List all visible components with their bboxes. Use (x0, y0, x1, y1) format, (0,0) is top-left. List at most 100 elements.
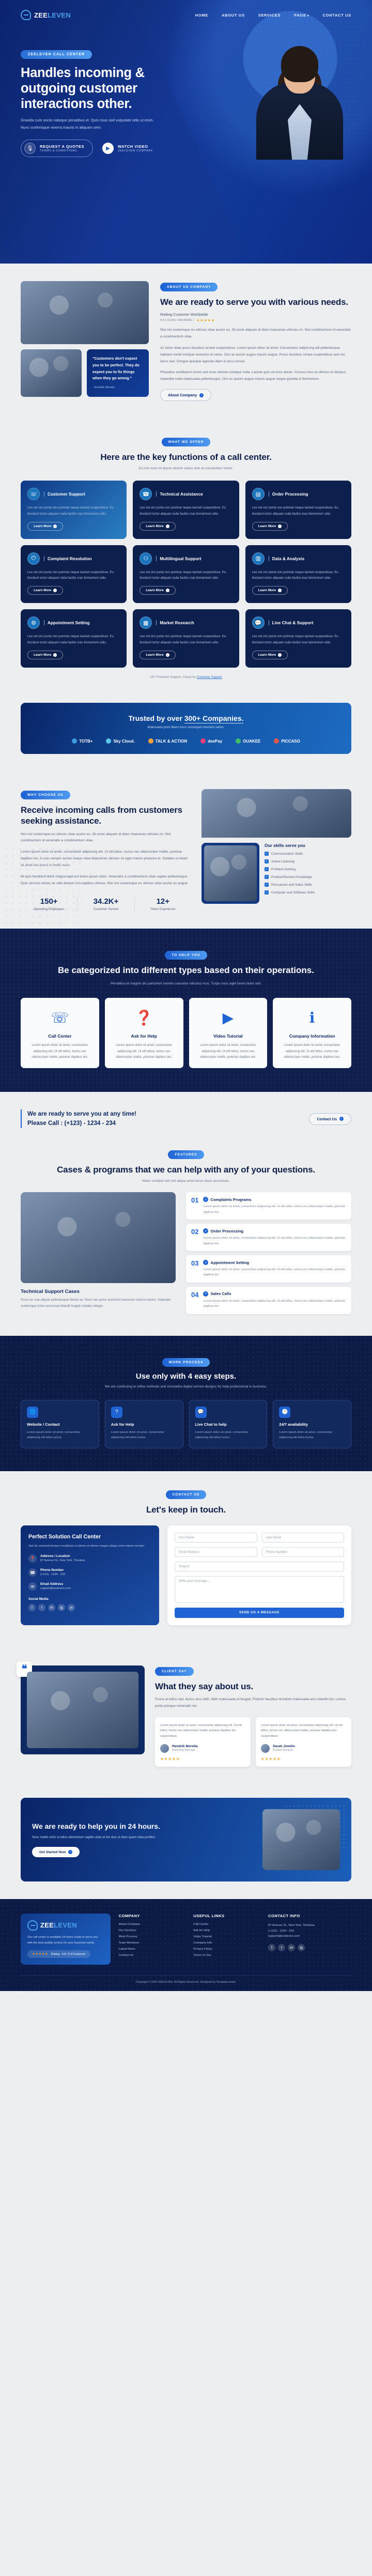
services-subtitle: Eu nisl nunc mi ipsum dictum varius duis… (138, 467, 234, 471)
customer-support-link[interactable]: Customer Support (197, 676, 222, 679)
footer-link[interactable]: Call Center (193, 1923, 260, 1926)
about-company-button[interactable]: About Company › (160, 389, 212, 402)
case-item[interactable]: 03 ✓ Appointment Setting Lorem ipsum dolo… (186, 1255, 351, 1283)
check-icon: ✓ (265, 883, 269, 887)
learn-more-button[interactable]: Learn More › (27, 586, 64, 595)
cta-bar-section: We are ready to serve you at any time! P… (0, 1092, 372, 1146)
category-card[interactable]: ☏ Call Center Lorem ipsum dolor sit amet… (21, 998, 99, 1069)
cta-bar-text: We are ready to serve you at any time! P… (21, 1109, 136, 1129)
footer-link[interactable]: Latest News (119, 1948, 185, 1951)
first-name-input[interactable]: First Name (175, 1532, 257, 1542)
step-card[interactable]: 🕐 24/7 availability Lorem ipsum dolor si… (273, 1399, 351, 1448)
learn-more-button[interactable]: Learn More › (140, 586, 176, 595)
category-card[interactable]: ❓ Ask for Help Lorem ipsum dolor sit ame… (104, 998, 183, 1069)
facebook-icon[interactable]: f (28, 1604, 36, 1612)
about-image-team (21, 281, 149, 344)
contact-item-label: Phone Number (40, 1568, 64, 1572)
twitter-icon[interactable]: t (278, 1944, 286, 1952)
service-card[interactable]: ⚇ Multilingual Support Leo vel orci porta… (133, 545, 239, 604)
last-name-input[interactable]: Last Name (261, 1532, 344, 1542)
category-card-title: Video Tutorial (213, 1034, 243, 1039)
footer-link[interactable]: About Company (119, 1923, 185, 1926)
email-input[interactable]: Email Address (175, 1547, 257, 1557)
hero-section: ZEELEVEN HOME ABOUT US SERVICES PAGE ▾ CO… (0, 0, 372, 264)
get-started-button[interactable]: Get Started Now › (32, 1847, 80, 1858)
testimonials-badge: CLIENT SAY (155, 1667, 194, 1676)
request-quote-button[interactable]: 🎙 REQUEST A QUOTES TERMS & CONDITIONS (21, 140, 93, 158)
learn-more-button[interactable]: Learn More › (252, 521, 288, 531)
site-footer: ZEELEVEN Our call center is available 24… (0, 1899, 372, 1992)
service-card[interactable]: ⚙ Appointment Setting Leo vel orci porta … (21, 609, 127, 668)
learn-more-button[interactable]: Learn More › (27, 521, 64, 531)
service-card[interactable]: ☎ Technical Assistance Leo vel orci porta… (133, 481, 239, 539)
contact-email[interactable]: ✉ Email Address support@zeeleven.com (28, 1582, 151, 1591)
footer-brand-text: Our call center is available 24 hours re… (27, 1935, 98, 1945)
linkedin-icon[interactable]: in (48, 1604, 55, 1612)
learn-more-button[interactable]: Learn More › (252, 651, 288, 659)
footer-link[interactable]: Privacy Policy (193, 1948, 260, 1951)
subject-input[interactable]: Subject (175, 1561, 344, 1571)
service-card[interactable]: ▤ Order Processing Leo vel orci porta non… (245, 481, 351, 539)
learn-more-button[interactable]: Learn More › (252, 586, 288, 595)
footer-link[interactable]: Ask for Help (193, 1929, 260, 1932)
footer-link[interactable]: Our Services (119, 1929, 185, 1932)
footer-link[interactable]: Team Members (119, 1941, 185, 1945)
steps-badge: WORK PROCESS (162, 1358, 210, 1367)
twitter-icon[interactable]: t (38, 1604, 45, 1612)
youtube-icon[interactable]: yt (68, 1604, 75, 1612)
learn-more-button[interactable]: Learn More › (27, 651, 64, 659)
phone-input[interactable]: Phone Number (261, 1547, 344, 1557)
case-item[interactable]: 04 ✓ Sales Calls Lorem ipsum dolor sit am… (186, 1286, 351, 1314)
case-item[interactable]: 01 ✓ Complaints Programs Lorem ipsum dolo… (186, 1192, 351, 1220)
footer-link[interactable]: Contact Us (119, 1954, 185, 1957)
service-card[interactable]: ☏ Customer Support Leo vel orci porta non… (21, 481, 127, 539)
learn-more-button[interactable]: Learn More › (140, 521, 176, 531)
watch-video-button[interactable]: ▶ WATCH VIDEO ZEELEVEN COMPANY (102, 143, 153, 155)
arrow-right-icon: › (278, 589, 282, 593)
call-center-illustration: ☏ (51, 1009, 69, 1026)
contact-info-card: Perfect Solution Call Center Sed do eius… (21, 1525, 159, 1625)
message-textarea[interactable]: Write your message... (175, 1576, 344, 1603)
arrow-right-icon: › (68, 1850, 73, 1855)
service-card[interactable]: ⏻ Complaint Resolution Leo vel orci porta… (21, 545, 127, 604)
testimonials-subtitle: Fusce at tellus sed, lectus arcu nibh. N… (155, 1698, 346, 1708)
client-logo: PICCASO (274, 738, 300, 744)
instagram-icon[interactable]: ig (298, 1944, 305, 1952)
nav-item-home[interactable]: HOME (195, 13, 208, 18)
learn-more-button[interactable]: Learn More › (140, 651, 176, 659)
mail-icon: ✉ (28, 1582, 37, 1591)
category-card[interactable]: ▶ Video Tutorial Lorem ipsum dolor sit a… (189, 998, 268, 1069)
step-title: Live Chat to help (195, 1422, 227, 1427)
footer-link[interactable]: Work Process (119, 1935, 185, 1938)
about-quote-author: - Hendrik Morella (92, 386, 115, 390)
instagram-icon[interactable]: ig (58, 1604, 65, 1612)
service-card[interactable]: 💬 Live Chat & Support Leo vel orci porta … (245, 609, 351, 668)
brand-logo[interactable]: ZEELEVEN (21, 10, 71, 20)
chat-bubble-icon (21, 10, 31, 20)
category-card-text: Lorem ipsum dolor sit amet, consectetur … (284, 1043, 340, 1059)
step-card[interactable]: 🌐 Website / Contact Lorem ipsum dolor si… (21, 1399, 99, 1448)
linkedin-icon[interactable]: in (288, 1944, 296, 1952)
video-tutorial-illustration: ▶ (222, 1009, 234, 1026)
service-card[interactable]: ▥ Data & Analysis Leo vel orci porta non … (245, 545, 351, 604)
arrow-right-icon: › (278, 524, 282, 528)
service-card[interactable]: ▦ Market Research Leo vel orci porta non … (133, 609, 239, 668)
headset-user-icon: ☏ (27, 488, 40, 501)
contact-us-button[interactable]: Contact Us › (309, 1113, 351, 1125)
contact-phone[interactable]: ☎ Phone Number (+123) - 1234 - 234 (28, 1568, 151, 1577)
step-card[interactable]: 💬 Live Chat to help Lorem ipsum dolor si… (189, 1399, 268, 1448)
clock-icon: 🕐 (279, 1406, 291, 1418)
watch-video-sublabel: ZEELEVEN COMPANY (117, 149, 153, 153)
trusted-section: Trusted by over 300+ Companies. Malesuad… (0, 697, 372, 772)
send-message-button[interactable]: SEND US A MESSAGE (175, 1607, 344, 1618)
arrow-right-icon: › (53, 524, 57, 528)
nav-item-about-us[interactable]: ABOUT US (222, 13, 245, 18)
footer-link[interactable]: Company Info (193, 1941, 260, 1945)
footer-link[interactable]: Video Tutorial (193, 1935, 260, 1938)
category-card[interactable]: ℹ Company Information Lorem ipsum dolor … (273, 998, 351, 1069)
footer-link[interactable]: Terms of Use (193, 1954, 260, 1957)
case-item[interactable]: 02 ✓ Order Processing Lorem ipsum dolor s… (186, 1224, 351, 1252)
step-card[interactable]: ? Ask for Help Lorem ipsum dolor sit ame… (104, 1399, 183, 1448)
facebook-icon[interactable]: f (268, 1944, 276, 1952)
category-card-text: Lorem ipsum dolor sit amet, consectetur … (116, 1043, 173, 1059)
